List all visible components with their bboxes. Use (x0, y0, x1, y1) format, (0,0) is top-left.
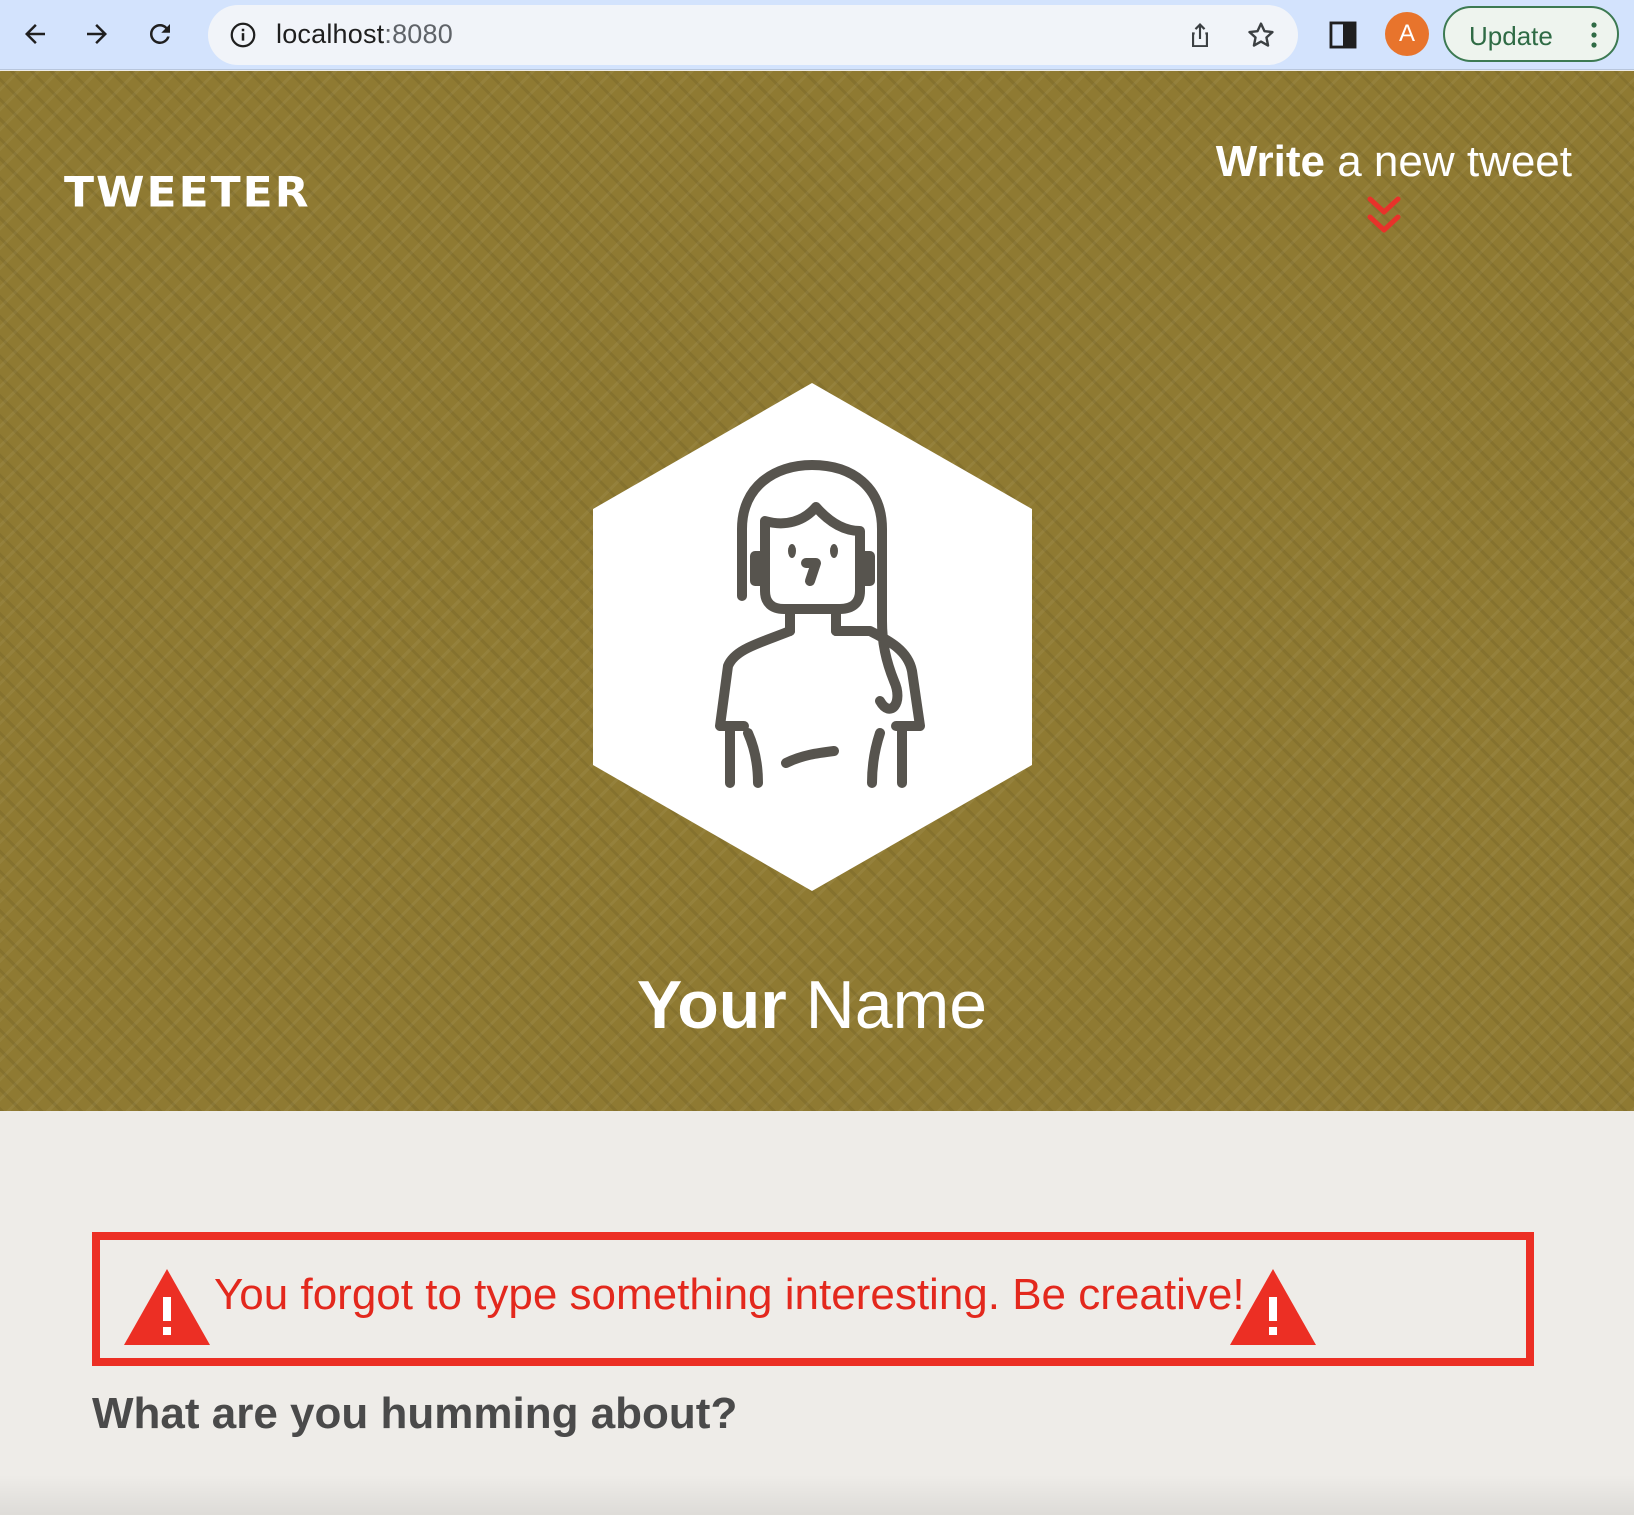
reload-icon (149, 23, 170, 44)
url-host: localhost (276, 19, 385, 49)
compose-section: You forgot to type something interesting… (0, 1111, 1634, 1515)
warning-triangle-icon (1230, 1269, 1316, 1345)
share-icon[interactable] (1184, 19, 1216, 51)
update-button[interactable]: Update (1443, 6, 1619, 62)
profile-name-rest: Name (786, 967, 988, 1043)
url-port: :8080 (384, 19, 453, 49)
write-new-tweet-bold: Write (1215, 137, 1325, 186)
profile-name: Your Name (0, 966, 1624, 1044)
site-info-icon[interactable] (228, 20, 258, 50)
user-avatar-icon (593, 383, 1032, 891)
profile-name-bold: Your (636, 967, 787, 1043)
divider-shadow (0, 1475, 1634, 1515)
update-label: Update (1469, 21, 1553, 51)
side-panel-icon[interactable] (1326, 18, 1360, 52)
compose-prompt: What are you humming about? (92, 1389, 738, 1438)
address-bar[interactable]: localhost:8080 (208, 5, 1298, 65)
forward-arrow-icon (87, 24, 107, 44)
browser-toolbar: localhost:8080 A Update (0, 0, 1634, 70)
back-arrow-icon (25, 24, 45, 44)
app-logo[interactable]: TWEETER (64, 168, 311, 216)
back-button[interactable] (13, 12, 57, 56)
double-chevron-down-icon (1367, 196, 1401, 233)
profile-header: TWEETER Write a new tweet Your Name (0, 71, 1634, 1111)
more-vert-icon (1591, 22, 1597, 48)
forward-button[interactable] (75, 12, 119, 56)
write-new-tweet-toggle[interactable]: Write a new tweet (1190, 137, 1580, 247)
write-new-tweet-rest: a new tweet (1324, 137, 1572, 186)
error-message-text: You forgot to type something interesting… (214, 1270, 1245, 1319)
reload-button[interactable] (138, 12, 182, 56)
error-message-box: You forgot to type something interesting… (92, 1232, 1534, 1366)
warning-triangle-icon (124, 1269, 210, 1345)
star-icon[interactable] (1245, 19, 1277, 51)
profile-avatar[interactable]: A (1385, 12, 1429, 56)
url-text: localhost:8080 (276, 19, 453, 50)
write-new-tweet-label: Write a new tweet (1216, 137, 1572, 187)
